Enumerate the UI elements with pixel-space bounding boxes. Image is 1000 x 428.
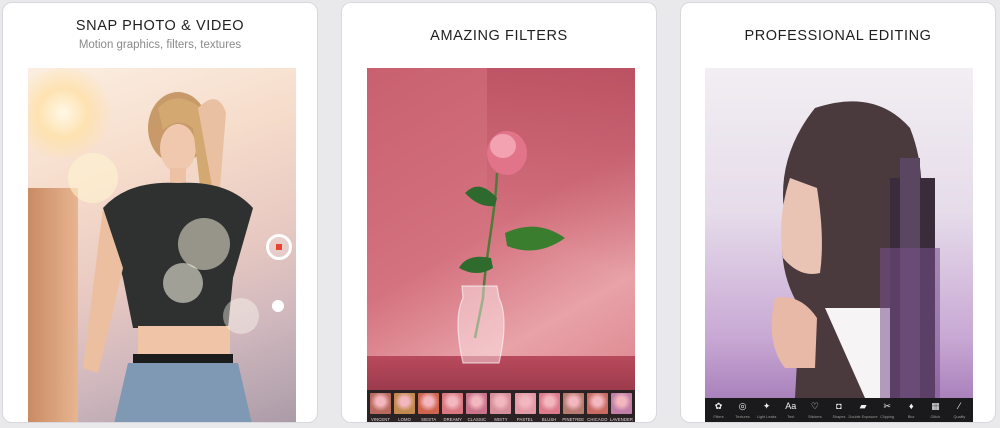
filter-option[interactable]: CLASSIC bbox=[465, 393, 488, 422]
rose-in-vase bbox=[457, 131, 565, 364]
tool-glitch[interactable]: ▦ Glitch bbox=[925, 400, 946, 422]
filter-option[interactable]: SIESTA bbox=[417, 393, 440, 422]
filter-thumbnail bbox=[586, 393, 608, 414]
filter-option[interactable]: PINETREE bbox=[562, 393, 585, 422]
heart-icon: ♡ bbox=[810, 401, 819, 411]
tool-label: Text bbox=[787, 415, 795, 419]
tool-label: Clipping bbox=[880, 415, 895, 419]
filter-label: PINETREE bbox=[562, 417, 585, 422]
color-wheel-icon: ✿ bbox=[714, 401, 723, 411]
filter-option[interactable]: CHICAGO bbox=[586, 393, 609, 422]
tool-label: Stickers bbox=[808, 415, 822, 419]
card-title: PROFESSIONAL EDITING bbox=[744, 28, 932, 44]
tool-label: Filters bbox=[713, 415, 724, 419]
bokeh-light bbox=[223, 298, 259, 334]
tool-label: Quality bbox=[953, 415, 966, 419]
filter-label: CHICAGO bbox=[587, 417, 608, 422]
filter-thumbnail bbox=[538, 393, 560, 414]
tool-label: Shapes bbox=[832, 415, 846, 419]
camera-preview-screenshot bbox=[28, 68, 296, 422]
double-exposure-portrait bbox=[771, 101, 940, 398]
filter-thumbnail bbox=[466, 393, 488, 414]
tool-label: Textures bbox=[735, 415, 750, 419]
filter-strip: VINCENT LOMO SIESTA DREAMY CLASSIC MISTY PASTE… bbox=[367, 390, 635, 422]
light-leak-icon: ✦ bbox=[762, 401, 771, 411]
filter-label: MISTY bbox=[494, 417, 508, 422]
filter-option[interactable]: PASTEL bbox=[514, 393, 537, 422]
filter-option[interactable]: LAVENDER bbox=[609, 393, 633, 422]
filter-label: PASTEL bbox=[516, 417, 534, 422]
tool-light-leaks[interactable]: ✦ Light Leaks bbox=[756, 400, 777, 422]
record-button[interactable] bbox=[266, 234, 292, 260]
record-dot-icon bbox=[276, 244, 282, 250]
filter-preview-screenshot: VINCENT LOMO SIESTA DREAMY CLASSIC MISTY PASTE… bbox=[367, 68, 635, 422]
magic-wand-icon: ⁄ bbox=[958, 401, 961, 411]
filter-thumbnail bbox=[442, 393, 464, 414]
filter-label: SIESTA bbox=[421, 417, 437, 422]
card-title: AMAZING FILTERS bbox=[430, 28, 568, 44]
card-professional-editing: PROFESSIONAL EDITING ✿ Filters ◎ Textures ✦ L… bbox=[680, 2, 996, 423]
tool-textures[interactable]: ◎ Textures bbox=[732, 400, 753, 422]
filter-label: CLASSIC bbox=[467, 417, 487, 422]
filter-label: LAVENDER bbox=[609, 417, 633, 422]
filter-thumbnail bbox=[418, 393, 440, 414]
tool-label: Light Leaks bbox=[756, 415, 777, 419]
card-title: SNAP PHOTO & VIDEO bbox=[75, 18, 245, 34]
editing-toolbar: ✿ Filters ◎ Textures ✦ Light Leaks Aa Text ♡ Stic… bbox=[705, 398, 973, 422]
mode-switch-dot[interactable] bbox=[272, 300, 284, 312]
tool-double-exposure[interactable]: ▰ Double Exposure bbox=[849, 400, 878, 422]
editor-preview-screenshot: ✿ Filters ◎ Textures ✦ Light Leaks Aa Text ♡ Stic… bbox=[705, 68, 973, 422]
filter-option[interactable]: MISTY bbox=[489, 393, 512, 422]
bokeh-light bbox=[68, 153, 118, 203]
filter-label: LOMO bbox=[398, 417, 411, 422]
tool-quality[interactable]: ⁄ Quality bbox=[949, 400, 970, 422]
filter-option[interactable]: VINCENT bbox=[369, 393, 392, 422]
filter-thumbnail bbox=[394, 393, 416, 414]
tool-blur[interactable]: ♦ Blur bbox=[901, 400, 922, 422]
tool-stickers[interactable]: ♡ Stickers bbox=[804, 400, 825, 422]
filter-thumbnail bbox=[514, 393, 536, 414]
tool-clipping[interactable]: ✂ Clipping bbox=[877, 400, 898, 422]
tool-label: Blur bbox=[907, 415, 915, 419]
clipping-icon: ✂ bbox=[883, 401, 891, 411]
filter-option[interactable]: BLUSH bbox=[538, 393, 561, 422]
tool-text[interactable]: Aa Text bbox=[780, 400, 801, 422]
glitch-icon: ▦ bbox=[931, 401, 940, 411]
filter-thumbnail bbox=[490, 393, 512, 414]
filter-thumbnail bbox=[370, 393, 391, 414]
filter-option[interactable]: LOMO bbox=[393, 393, 416, 422]
tool-label: Glitch bbox=[930, 415, 941, 419]
text-icon: Aa bbox=[785, 401, 797, 411]
card-snap-photo-video: SNAP PHOTO & VIDEO Motion graphics, filt… bbox=[2, 2, 318, 423]
filter-thumbnail bbox=[610, 393, 632, 414]
bokeh-light bbox=[178, 218, 230, 270]
tool-shapes[interactable]: ◘ Shapes bbox=[828, 400, 849, 422]
tool-label: Double Exposure bbox=[848, 415, 878, 419]
filter-option[interactable]: DREAMY bbox=[441, 393, 464, 422]
tool-filters[interactable]: ✿ Filters bbox=[708, 400, 729, 422]
double-exposure-icon: ▰ bbox=[859, 401, 867, 411]
filter-label: VINCENT bbox=[370, 417, 391, 422]
card-subtitle: Motion graphics, filters, textures bbox=[78, 39, 242, 51]
texture-icon: ◎ bbox=[738, 401, 747, 411]
blur-drop-icon: ♦ bbox=[908, 401, 914, 411]
card-amazing-filters: AMAZING FILTERS VINCENT LOMO SIESTA DREAMY C… bbox=[341, 2, 657, 423]
filter-thumbnail bbox=[562, 393, 584, 414]
bokeh-light bbox=[163, 263, 203, 303]
model-figure bbox=[83, 92, 253, 422]
filter-label: DREAMY bbox=[443, 417, 463, 422]
filter-label: BLUSH bbox=[541, 417, 557, 422]
shape-icon: ◘ bbox=[836, 401, 842, 411]
